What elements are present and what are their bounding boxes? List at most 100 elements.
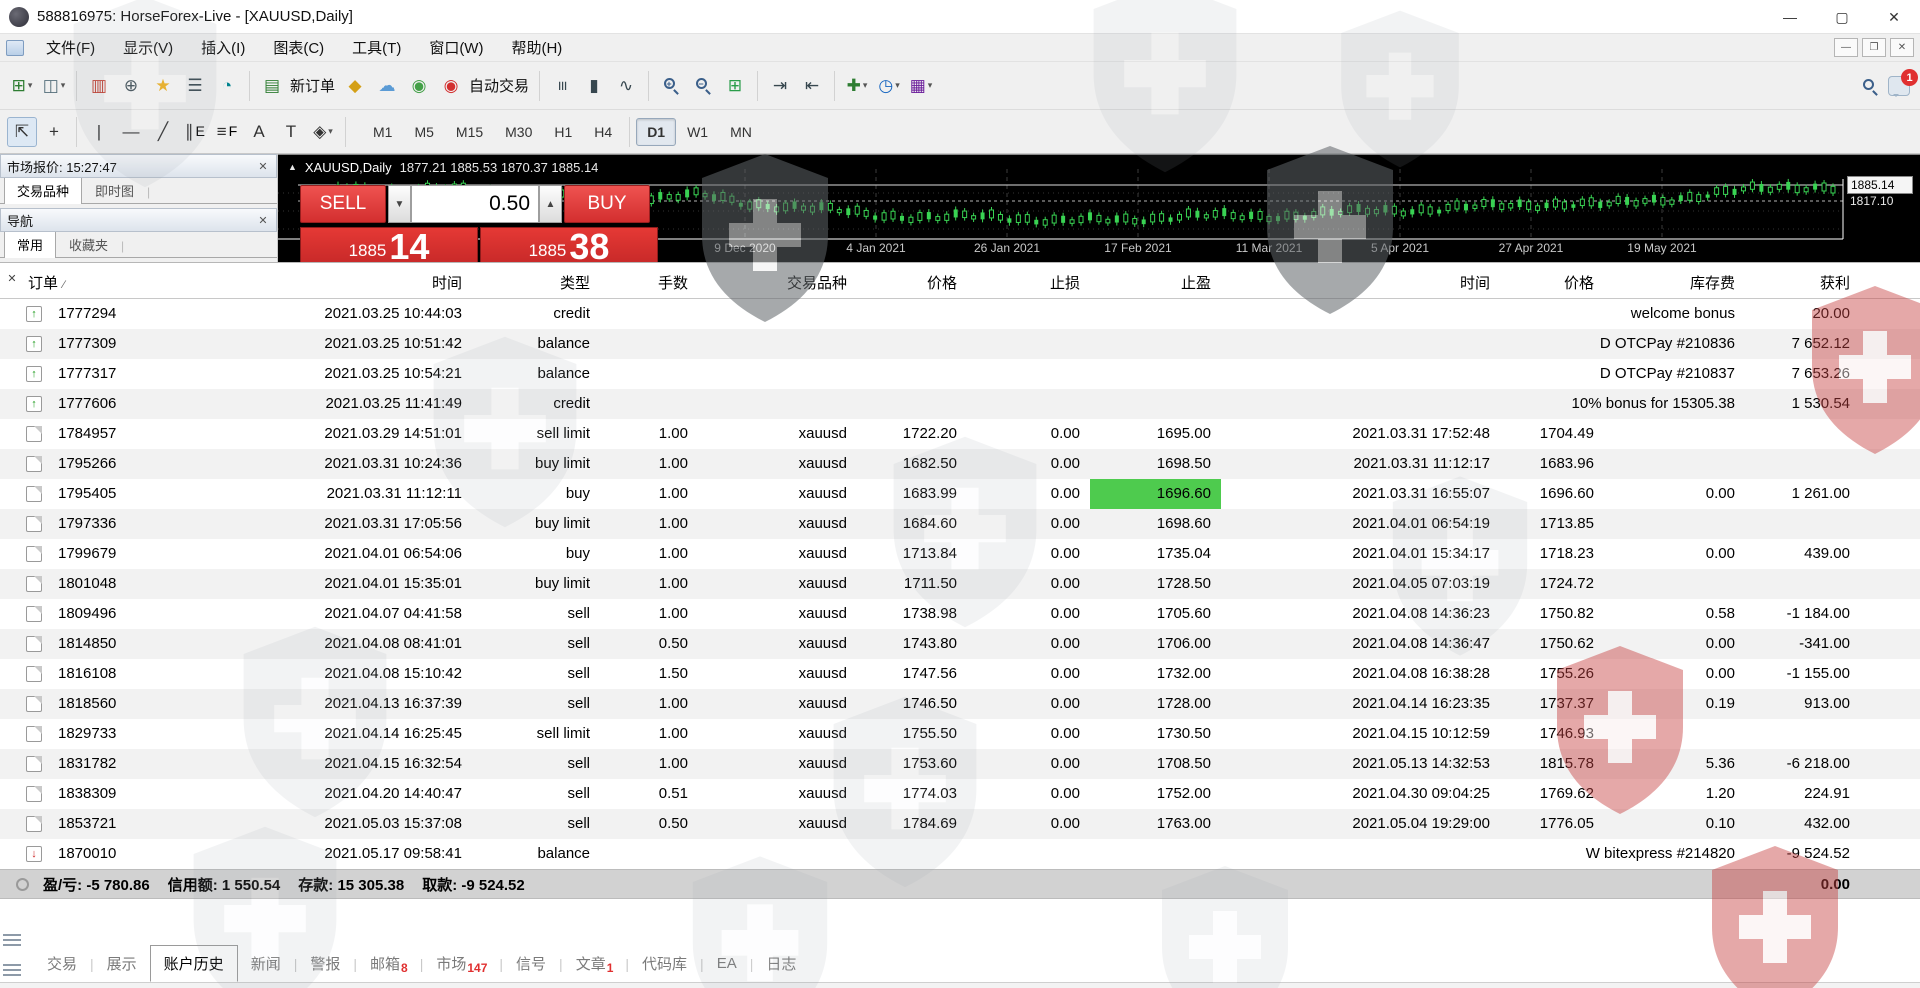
zoom-out-button[interactable]: −	[688, 71, 718, 101]
table-row[interactable]: 18383092021.04.20 14:40:47sell0.51xauusd…	[0, 779, 1920, 809]
new-chart-button[interactable]: ⊞▾	[7, 71, 37, 101]
column-header-sl[interactable]: 止损	[967, 269, 1090, 298]
autotrading-button[interactable]: ◉	[436, 71, 466, 101]
child-minimize-button[interactable]: —	[1834, 38, 1858, 57]
table-row[interactable]: 18010482021.04.01 15:35:01buy limit1.00x…	[0, 569, 1920, 599]
timeframe-m30[interactable]: M30	[494, 118, 543, 146]
zoom-in-button[interactable]: +	[656, 71, 686, 101]
column-header-price[interactable]: 价格	[857, 269, 967, 298]
menu-item-4[interactable]: 工具(T)	[338, 34, 415, 61]
table-row[interactable]: 17849572021.03.29 14:51:01sell limit1.00…	[0, 419, 1920, 449]
column-header-tp[interactable]: 止盈	[1090, 269, 1221, 298]
toolbox-tab-6[interactable]: 市场147	[423, 946, 499, 981]
tab-tick-chart[interactable]: 即时图	[82, 176, 147, 204]
close-button[interactable]: ✕	[1868, 0, 1920, 34]
table-row[interactable]: 18148502021.04.08 08:41:01sell0.50xauusd…	[0, 629, 1920, 659]
autotrading-label[interactable]: 自动交易	[467, 75, 533, 96]
menu-item-5[interactable]: 窗口(W)	[415, 34, 497, 61]
toolbox-tab-9[interactable]: 代码库	[629, 946, 700, 981]
volume-up-button[interactable]: ▲	[539, 185, 562, 223]
toolbox-tab-8[interactable]: 文章1	[563, 946, 626, 981]
table-row[interactable]: 18317822021.04.15 16:32:54sell1.00xauusd…	[0, 749, 1920, 779]
periods-button[interactable]: ◷▾	[874, 71, 904, 101]
trendline-button[interactable]: ╱	[148, 117, 178, 147]
timeframe-mn[interactable]: MN	[719, 118, 763, 146]
terminal-button[interactable]: ☰	[180, 71, 210, 101]
line-chart-button[interactable]: ∿	[611, 71, 641, 101]
new-order-button[interactable]: ▤	[257, 71, 287, 101]
navigator-button[interactable]: ★	[148, 71, 178, 101]
table-row[interactable]: ↑17772942021.03.25 10:44:03creditwelcome…	[0, 299, 1920, 329]
column-header-swap[interactable]: 库存费	[1604, 269, 1745, 298]
market-watch-close-icon[interactable]: ✕	[255, 158, 271, 174]
toolbox-tab-10[interactable]: EA	[704, 948, 750, 979]
maximize-button[interactable]: ▢	[1816, 0, 1868, 34]
table-row[interactable]: 18161082021.04.08 15:10:42sell1.50xauusd…	[0, 659, 1920, 689]
table-row[interactable]: 18537212021.05.03 15:37:08sell0.50xauusd…	[0, 809, 1920, 839]
column-header-profit[interactable]: 获利	[1745, 269, 1860, 298]
toolbox-tab-5[interactable]: 邮箱8	[357, 946, 420, 981]
table-row[interactable]: 18094962021.04.07 04:41:58sell1.00xauusd…	[0, 599, 1920, 629]
column-header-lots[interactable]: 手数	[600, 269, 698, 298]
indicators-button[interactable]: ✚▾	[842, 71, 872, 101]
column-header-symbol[interactable]: 交易品种	[698, 269, 857, 298]
vertical-line-button[interactable]: |	[84, 117, 114, 147]
timeframe-h4[interactable]: H4	[583, 118, 623, 146]
toolbox-tab-0[interactable]: 交易	[34, 946, 90, 981]
horizontal-line-button[interactable]: —	[116, 117, 146, 147]
chart-window[interactable]: ▲ XAUUSD,Daily 1877.21 1885.53 1870.37 1…	[278, 154, 1920, 262]
table-row[interactable]: ↓18700102021.05.17 09:58:41balanceW bite…	[0, 839, 1920, 869]
column-header-type[interactable]: 类型	[472, 269, 600, 298]
cloud-button[interactable]: ☁	[372, 71, 402, 101]
toolbox-tab-11[interactable]: 日志	[753, 946, 809, 981]
templates-button[interactable]: ▦▾	[906, 71, 936, 101]
auto-scroll-button[interactable]: ⇥	[765, 71, 795, 101]
column-header-order[interactable]: 订单∕	[22, 269, 172, 298]
toolbox-tab-2[interactable]: 账户历史	[150, 945, 238, 982]
chart-collapse-icon[interactable]: ▲	[288, 162, 297, 172]
timeframe-h1[interactable]: H1	[543, 118, 583, 146]
metaquotes-gold-button[interactable]: ◆	[340, 71, 370, 101]
vertical-grip-icon[interactable]	[3, 929, 21, 951]
new-order-label[interactable]: 新订单	[288, 75, 339, 96]
timeframe-m15[interactable]: M15	[445, 118, 494, 146]
menu-item-0[interactable]: 文件(F)	[32, 34, 109, 61]
buy-button[interactable]: BUY	[564, 185, 650, 223]
volume-down-button[interactable]: ▼	[388, 185, 411, 223]
minimize-button[interactable]: —	[1764, 0, 1816, 34]
timeframe-m5[interactable]: M5	[403, 118, 444, 146]
tile-windows-button[interactable]: ⊞	[720, 71, 750, 101]
cursor-button[interactable]: ⇱	[7, 117, 37, 147]
child-restore-button[interactable]: ❐	[1862, 38, 1886, 57]
shapes-button[interactable]: ◈▾	[308, 117, 338, 147]
chat-icon[interactable]: 1	[1888, 76, 1910, 96]
signals-button[interactable]: ◉	[404, 71, 434, 101]
candlestick-chart-button[interactable]: ▮	[579, 71, 609, 101]
toolbox-tab-1[interactable]: 展示	[94, 946, 150, 981]
toolbox-tab-4[interactable]: 警报	[297, 946, 353, 981]
text-button[interactable]: A	[244, 117, 274, 147]
bar-chart-button[interactable]: ≡	[547, 71, 577, 101]
vertical-grip-icon[interactable]	[3, 959, 21, 981]
chart-shift-button[interactable]: ⇤	[797, 71, 827, 101]
table-row[interactable]: 17973362021.03.31 17:05:56buy limit1.00x…	[0, 509, 1920, 539]
menu-item-6[interactable]: 帮助(H)	[497, 34, 576, 61]
column-header-open_time[interactable]: 时间	[172, 269, 472, 298]
timeframe-d1[interactable]: D1	[636, 118, 676, 146]
table-row[interactable]: 18297332021.04.14 16:25:45sell limit1.00…	[0, 719, 1920, 749]
table-row[interactable]: 18185602021.04.13 16:37:39sell1.00xauusd…	[0, 689, 1920, 719]
menu-item-2[interactable]: 插入(I)	[187, 34, 259, 61]
menu-item-3[interactable]: 图表(C)	[259, 34, 338, 61]
volume-input[interactable]: 0.50	[411, 185, 539, 223]
table-row[interactable]: ↑17773172021.03.25 10:54:21balanceD OTCP…	[0, 359, 1920, 389]
sell-button[interactable]: SELL	[300, 185, 386, 223]
timeframe-w1[interactable]: W1	[676, 118, 719, 146]
table-row[interactable]: 17996792021.04.01 06:54:06buy1.00xauusd1…	[0, 539, 1920, 569]
data-window-button[interactable]: ⊕	[116, 71, 146, 101]
table-row[interactable]: 17954052021.03.31 11:12:11buy1.00xauusd1…	[0, 479, 1920, 509]
navigator-close-icon[interactable]: ✕	[255, 212, 271, 228]
strategy-tester-button[interactable]: ◔	[212, 71, 242, 101]
equidistant-channel-button[interactable]: ∥E	[180, 117, 210, 147]
tab-common[interactable]: 常用	[4, 230, 56, 258]
market-watch-button[interactable]: ▥	[84, 71, 114, 101]
